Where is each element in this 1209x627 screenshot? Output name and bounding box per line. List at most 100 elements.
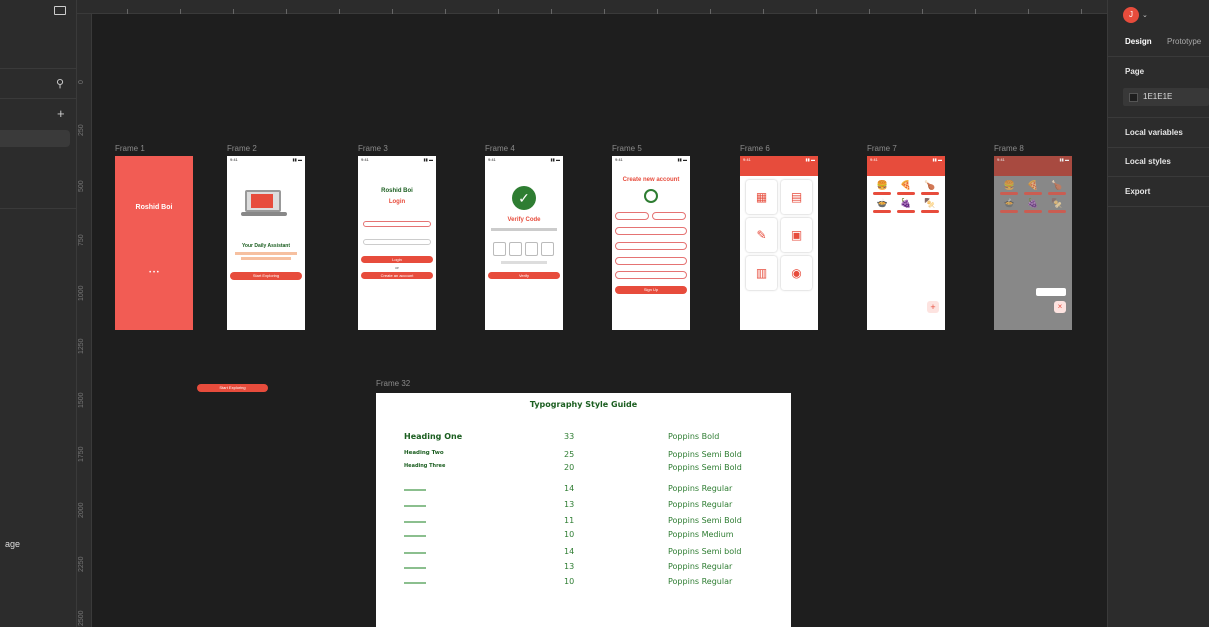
checkmark-icon: ✓ bbox=[512, 186, 536, 210]
fruit-icon[interactable]: 🍇 bbox=[896, 198, 917, 213]
frame-label[interactable]: Frame 8 bbox=[994, 144, 1024, 153]
frame-label[interactable]: Frame 32 bbox=[376, 379, 410, 388]
chevron-down-icon[interactable]: ⌄ bbox=[1142, 11, 1148, 19]
burger-icon: 🍔 bbox=[999, 180, 1020, 195]
add-category-tooltip[interactable] bbox=[1036, 288, 1066, 296]
signup-title: Create new account bbox=[622, 177, 680, 183]
tab-prototype[interactable]: Prototype bbox=[1167, 37, 1201, 46]
appetizer-icon[interactable]: 🍢 bbox=[919, 198, 940, 213]
font-family-value: Poppins Semi Bold bbox=[668, 463, 742, 472]
typography-row: 10 Poppins Regular bbox=[376, 577, 791, 591]
password-input[interactable] bbox=[615, 257, 687, 265]
frame-3-login[interactable]: 9:41 ▮▮ ▬ Roshid Boi Login Login or Creat… bbox=[358, 156, 436, 330]
frame-6-dashboard[interactable]: 9:41 ▮▮ ▬ ▦ ▤ ✎ ▣ ▥ ◉ bbox=[740, 156, 818, 330]
snack-icon[interactable]: 🍗 bbox=[919, 180, 940, 195]
divider bbox=[1107, 56, 1209, 57]
burger-icon[interactable]: 🍔 bbox=[872, 180, 893, 195]
password-input[interactable] bbox=[363, 239, 431, 245]
close-icon[interactable]: × bbox=[1054, 301, 1066, 313]
email-input[interactable] bbox=[615, 227, 687, 235]
add-category-button[interactable]: + bbox=[927, 301, 939, 313]
inventory-icon[interactable]: ▦ bbox=[746, 180, 777, 214]
page-list-item-selected[interactable] bbox=[0, 130, 70, 147]
frame-label[interactable]: Frame 5 bbox=[612, 144, 642, 153]
avatar[interactable]: J bbox=[1123, 7, 1139, 23]
tab-design[interactable]: Design bbox=[1125, 37, 1152, 46]
pizza-icon[interactable]: 🍕 bbox=[896, 180, 917, 195]
frame-label[interactable]: Frame 2 bbox=[227, 144, 257, 153]
style-name bbox=[404, 552, 426, 554]
avatar-upload-icon[interactable] bbox=[644, 189, 658, 203]
bowl-icon[interactable]: 🍲 bbox=[872, 198, 893, 213]
ruler-tick bbox=[127, 9, 128, 14]
frame-5-signup[interactable]: 9:41 ▮▮ ▬ Create new account Sign Up bbox=[612, 156, 690, 330]
font-size-value: 10 bbox=[564, 530, 575, 539]
divider bbox=[0, 208, 77, 209]
start-exploring-button[interactable]: Start Exploring bbox=[230, 272, 302, 280]
dashboard-grid: ▦ ▤ ✎ ▣ ▥ ◉ bbox=[740, 176, 818, 294]
signup-button[interactable]: Sign Up bbox=[615, 286, 687, 294]
menu-category-grid: 🍔 🍕 🍗 🍲 🍇 🍢 bbox=[994, 176, 1072, 217]
appetizer-icon: 🍢 bbox=[1046, 198, 1067, 213]
frame-label[interactable]: Frame 4 bbox=[485, 144, 515, 153]
export-section[interactable]: Export bbox=[1125, 187, 1150, 196]
layer-item-label[interactable]: age bbox=[5, 539, 20, 549]
font-family-value: Poppins Bold bbox=[668, 432, 720, 441]
frame-label[interactable]: Frame 3 bbox=[358, 144, 388, 153]
phone-input[interactable] bbox=[363, 221, 431, 227]
last-name-input[interactable] bbox=[652, 212, 686, 220]
otp-inputs[interactable] bbox=[493, 242, 554, 256]
color-swatch[interactable] bbox=[1129, 93, 1138, 102]
reports-icon[interactable]: ▥ bbox=[746, 256, 777, 290]
frame-label[interactable]: Frame 7 bbox=[867, 144, 897, 153]
menu-icon[interactable]: ✎ bbox=[746, 218, 777, 252]
frame-1-splash[interactable]: Roshid Boi • • • bbox=[115, 156, 193, 330]
frame-2-onboarding[interactable]: 9:41 ▮▮ ▬ Your Daily Assistant Start Expl… bbox=[227, 156, 305, 330]
confirm-password-input[interactable] bbox=[615, 271, 687, 279]
status-time: 9:41 bbox=[870, 157, 878, 162]
typography-style-guide-frame[interactable]: Typography Style Guide Heading One 33 Popp… bbox=[376, 393, 791, 627]
search-icon[interactable]: ⚲ bbox=[56, 77, 64, 90]
frame-4-verify[interactable]: 9:41 ▮▮ ▬ ✓ Verify Code Verify bbox=[485, 156, 563, 330]
verify-button[interactable]: Verify bbox=[488, 272, 560, 279]
font-size-value: 10 bbox=[564, 577, 575, 586]
add-page-icon[interactable]: + bbox=[57, 106, 65, 121]
font-family-value: Poppins Semi bold bbox=[668, 547, 742, 556]
menu-category-grid: 🍔 🍕 🍗 🍲 🍇 🍢 bbox=[867, 176, 945, 217]
sidebar-toggle-icon[interactable] bbox=[54, 6, 66, 15]
font-size-value: 33 bbox=[564, 432, 575, 441]
create-account-button[interactable]: Create an account bbox=[361, 272, 433, 279]
font-family-value: Poppins Semi Bold bbox=[668, 450, 742, 459]
start-exploring-button-component[interactable]: Start Exploring bbox=[197, 384, 268, 392]
page-color-value[interactable]: 1E1E1E bbox=[1143, 92, 1172, 101]
typography-row: Heading Two 25 Poppins Semi Bold bbox=[376, 450, 791, 464]
phone-input[interactable] bbox=[615, 242, 687, 250]
frame-7-menu[interactable]: 9:41 ▮▮ ▬ 🍔 🍕 🍗 🍲 🍇 🍢 + bbox=[867, 156, 945, 330]
status-icons: ▮▮ ▬ bbox=[292, 157, 302, 162]
stock-icon[interactable]: ▤ bbox=[781, 180, 812, 214]
style-name bbox=[404, 505, 426, 507]
bowl-icon: 🍲 bbox=[999, 198, 1020, 213]
frame-label[interactable]: Frame 1 bbox=[115, 144, 145, 153]
font-family-value: Poppins Regular bbox=[668, 577, 733, 586]
font-size-value: 14 bbox=[564, 484, 575, 493]
login-button[interactable]: Login bbox=[361, 256, 433, 263]
page-color-field[interactable]: 1E1E1E bbox=[1123, 88, 1209, 106]
typography-row: 11 Poppins Semi Bold bbox=[376, 516, 791, 530]
status-icons: ▮▮ ▬ bbox=[1059, 157, 1069, 162]
ruler-tick bbox=[657, 9, 658, 14]
frame-8-menu-overlay[interactable]: 9:41 ▮▮ ▬ 🍔 🍕 🍗 🍲 🍇 🍢 × bbox=[994, 156, 1072, 330]
frame-label[interactable]: Frame 6 bbox=[740, 144, 770, 153]
ruler-tick bbox=[445, 9, 446, 14]
first-name-input[interactable] bbox=[615, 212, 649, 220]
typography-row: 13 Poppins Regular bbox=[376, 500, 791, 514]
resend-text[interactable] bbox=[501, 261, 547, 264]
local-variables-link[interactable]: Local variables bbox=[1125, 128, 1183, 137]
ruler-tick bbox=[339, 9, 340, 14]
ruler-label: 0 bbox=[78, 80, 85, 84]
profile-icon[interactable]: ◉ bbox=[781, 256, 812, 290]
status-time: 9:41 bbox=[230, 157, 238, 162]
status-time: 9:41 bbox=[361, 157, 369, 162]
local-styles-link[interactable]: Local styles bbox=[1125, 157, 1171, 166]
order-icon[interactable]: ▣ bbox=[781, 218, 812, 252]
